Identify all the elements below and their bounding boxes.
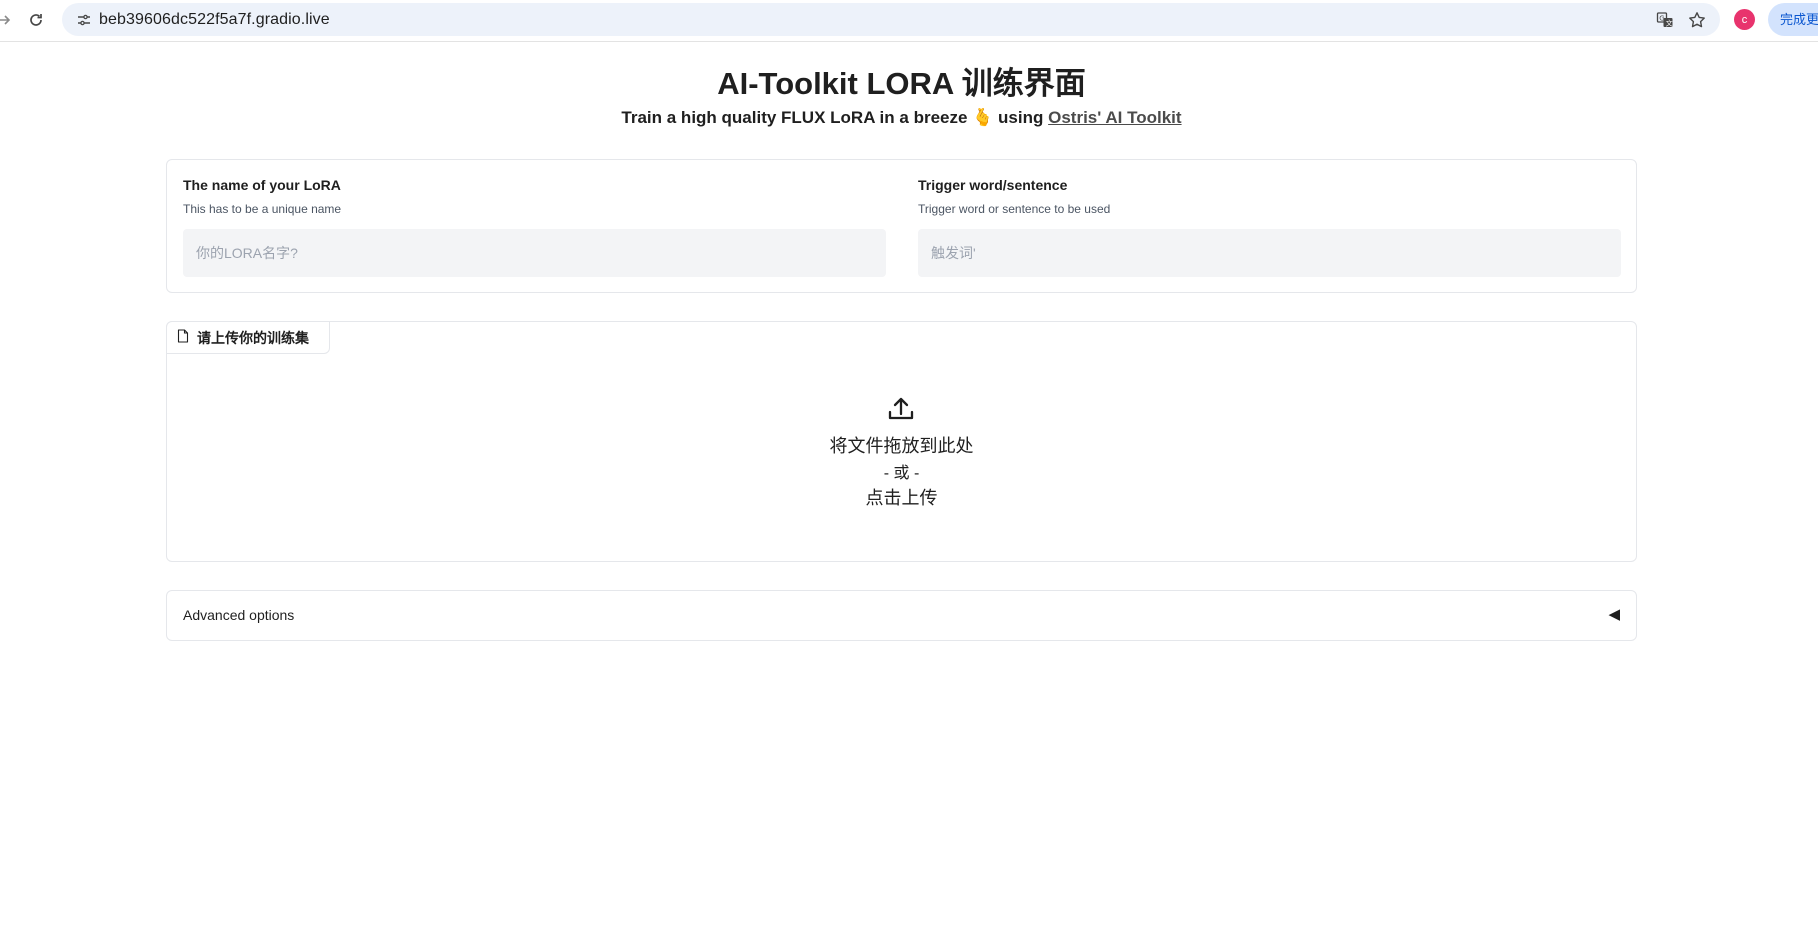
upload-tab-text: 请上传你的训练集 bbox=[197, 329, 309, 346]
url-text[interactable]: beb39606dc522f5a7f.gradio.live bbox=[99, 11, 330, 29]
file-drop-zone[interactable]: 将文件拖放到此处 - 或 - 点击上传 bbox=[167, 362, 1636, 557]
trigger-word-label: Trigger word/sentence bbox=[918, 177, 1068, 193]
subtitle-text: Train a high quality FLUX LoRA in a bree… bbox=[621, 108, 1044, 127]
upload-tab-label: 请上传你的训练集 bbox=[166, 321, 330, 354]
ostris-toolkit-link[interactable]: Ostris' AI Toolkit bbox=[1048, 108, 1181, 127]
lora-name-label: The name of your LoRA bbox=[183, 177, 341, 193]
profile-avatar[interactable]: c bbox=[1734, 9, 1755, 30]
page-title: AI-Toolkit LORA 训练界面 bbox=[717, 66, 1086, 101]
reload-icon[interactable] bbox=[24, 8, 48, 32]
drop-files-text: 将文件拖放到此处 bbox=[829, 436, 974, 456]
site-info-icon[interactable] bbox=[72, 8, 96, 32]
advanced-options-label: Advanced options bbox=[183, 607, 295, 623]
or-separator: - 或 - bbox=[883, 465, 920, 482]
training-set-upload-panel: 请上传你的训练集 将文件拖放到此处 - 或 - 点击上传 bbox=[166, 321, 1637, 562]
trigger-word-info: Trigger word or sentence to be used bbox=[918, 202, 1111, 216]
advanced-options-accordion[interactable]: Advanced options ◀ bbox=[166, 590, 1637, 641]
lora-settings-panel: The name of your LoRA This has to be a u… bbox=[166, 159, 1637, 293]
file-icon bbox=[177, 329, 189, 346]
update-button[interactable]: 完成更新 bbox=[1768, 3, 1818, 36]
trigger-word-input[interactable] bbox=[918, 229, 1621, 277]
lora-name-input[interactable] bbox=[183, 229, 886, 277]
svg-text:G: G bbox=[1659, 14, 1664, 22]
lora-name-info: This has to be a unique name bbox=[183, 202, 342, 216]
address-bar[interactable]: beb39606dc522f5a7f.gradio.live G文 bbox=[62, 3, 1720, 36]
translate-icon[interactable]: G文 bbox=[1654, 9, 1676, 31]
click-to-upload-text: 点击上传 bbox=[865, 488, 938, 508]
avatar-letter: c bbox=[1741, 13, 1748, 26]
svg-text:文: 文 bbox=[1666, 19, 1673, 28]
collapse-arrow-icon[interactable]: ◀ bbox=[1608, 605, 1620, 623]
browser-toolbar: beb39606dc522f5a7f.gradio.live G文 c 完成更新 bbox=[0, 0, 1818, 42]
upload-icon bbox=[887, 394, 915, 422]
bookmark-star-icon[interactable] bbox=[1686, 9, 1708, 31]
page-subtitle: Train a high quality FLUX LoRA in a bree… bbox=[0, 108, 1803, 128]
forward-icon[interactable] bbox=[0, 8, 16, 32]
